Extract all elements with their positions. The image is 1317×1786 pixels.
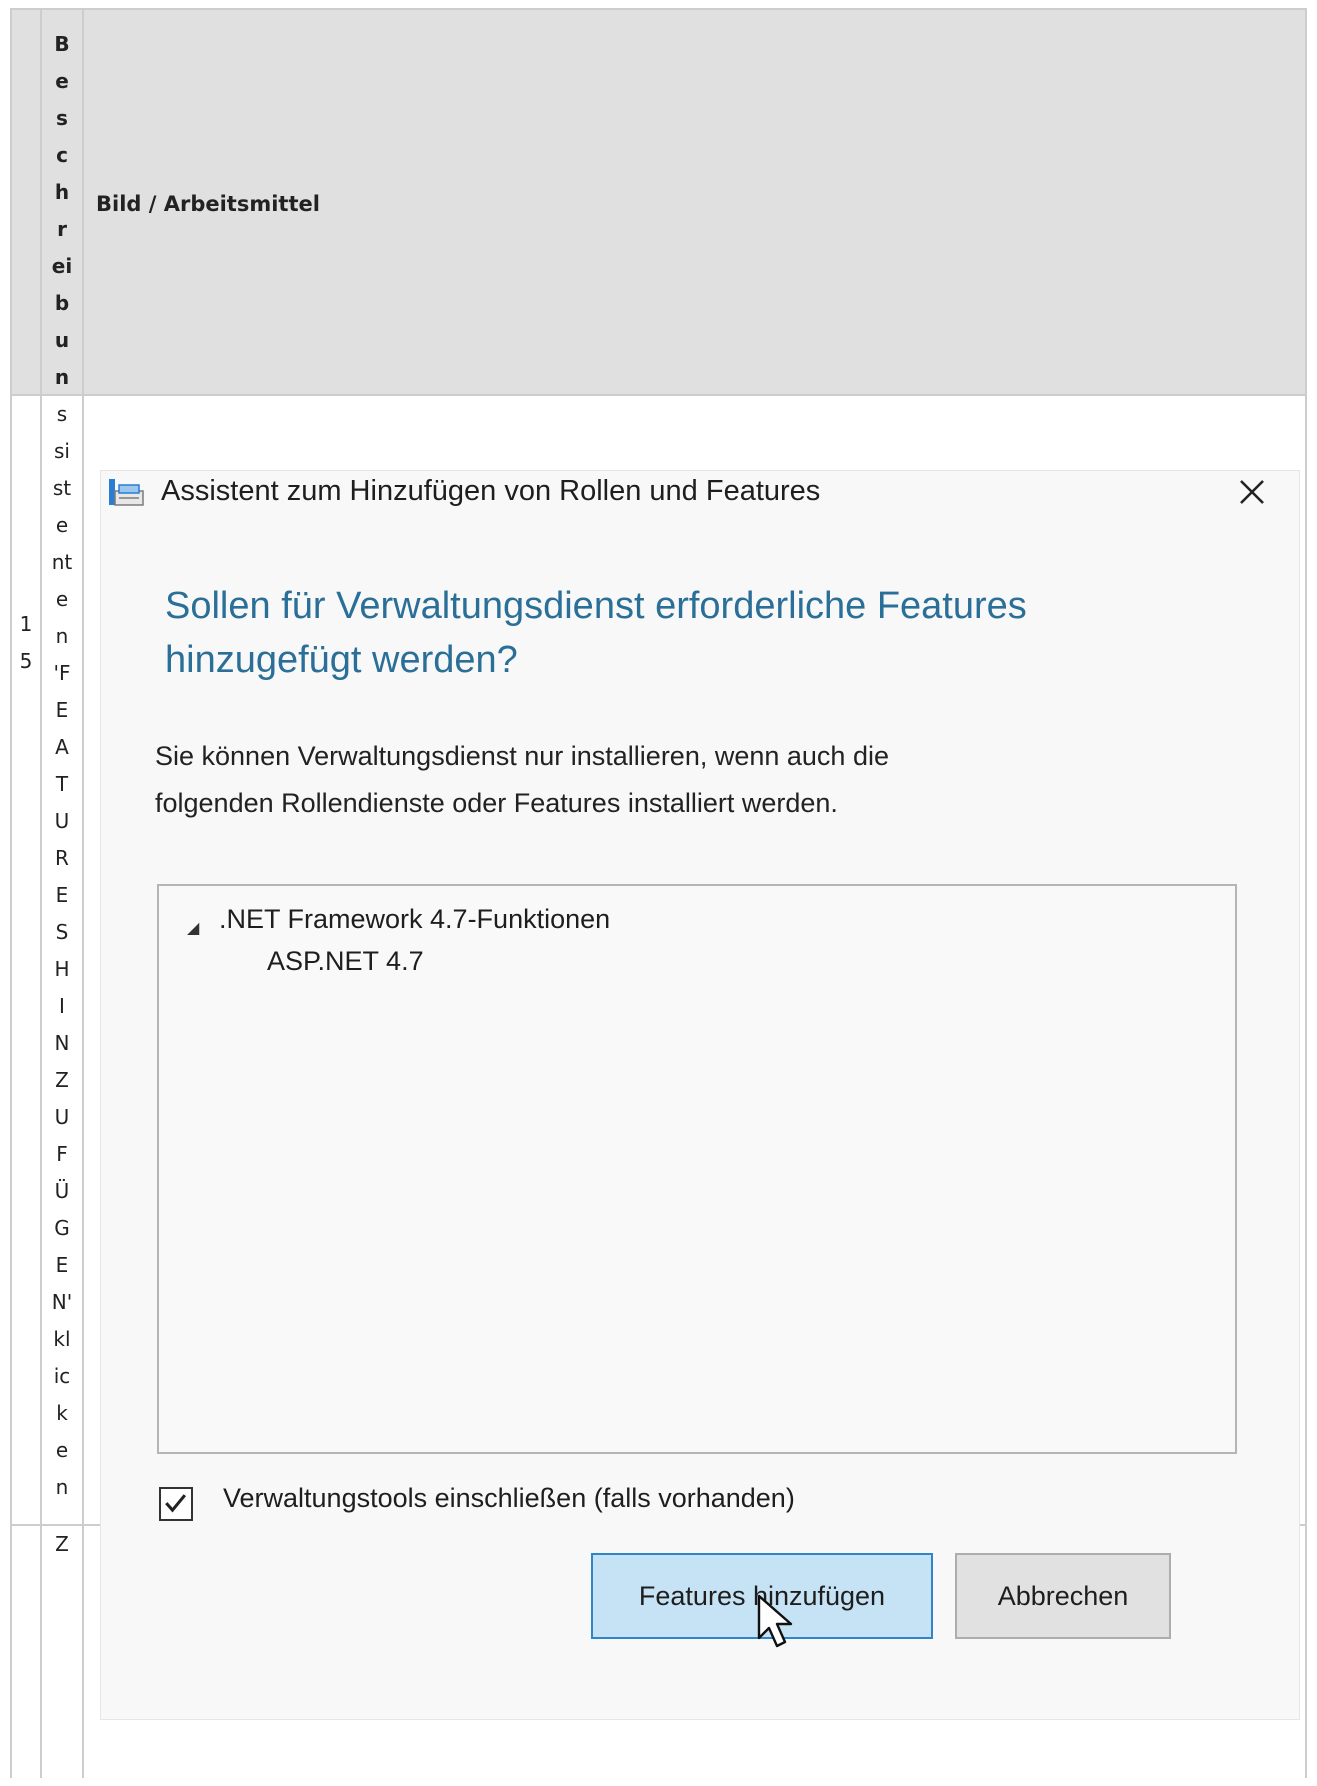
add-roles-features-dialog: Assistent zum Hinzufügen von Rollen und … [100,470,1300,1720]
dialog-heading-line2: hinzugefügt werden? [165,639,518,681]
row16-description: Z [42,1526,82,1563]
row-number-digit: 5 [19,649,33,673]
server-manager-icon [109,479,144,506]
close-icon[interactable] [1233,473,1271,511]
include-tools-checkbox[interactable] [159,1487,193,1521]
cancel-button[interactable]: Abbrechen [955,1553,1171,1639]
description-fragment: N [54,1031,70,1055]
dialog-title: Assistent zum Hinzufügen von Rollen und … [161,475,821,507]
checkmark-icon [165,1494,187,1513]
tree-item-parent[interactable]: .NET Framework 4.7-Funktionen [219,904,610,935]
description-fragment: 'F [53,661,71,685]
description-fragment: T [55,772,69,796]
description-fragment: A [55,735,69,759]
description-fragment: H [54,957,70,981]
header-letter: r [57,217,67,241]
header-letter: B [54,32,70,56]
description-fragment: Ü [54,1179,70,1203]
description-fragment: n [55,624,69,648]
expand-triangle-icon[interactable]: ◢ [187,918,199,938]
features-tree-list[interactable]: ◢ .NET Framework 4.7-Funktionen ASP.NET … [157,884,1237,1454]
header-beschreibung-label: Beschreibung [42,26,82,433]
tree-item-child[interactable]: ASP.NET 4.7 [267,946,424,977]
dialog-heading-line1: Sollen für Verwaltungsdienst erforderlic… [165,585,1027,627]
description-fragment: E [55,883,69,907]
description-fragment: R [55,846,69,870]
row15-number-cell: 15 [12,396,40,1524]
description-fragment: e [55,513,69,537]
mouse-pointer-icon [757,1594,793,1648]
description-fragment: kl [53,1327,71,1351]
description-fragment: U [54,809,70,833]
dialog-description: Sie können Verwaltungsdienst nur install… [155,733,1245,827]
include-tools-label[interactable]: Verwaltungstools einschließen (falls vor… [223,1483,795,1514]
description-fragment: si [54,439,70,463]
description-fragment: nt [51,550,73,574]
description-fragment: G [54,1216,70,1240]
description-fragment: E [55,698,69,722]
row15-number: 15 [12,606,40,680]
description-fragment: S [55,920,69,944]
header-letter: u [54,328,70,352]
header-letter: ei [51,254,73,278]
row15-description: s si st e nt e n 'F E A T U R E S H I N Z U F Ü G E N' kl ic k e n [42,396,82,1506]
header-letter: s [56,106,68,130]
row16-number-cell [12,1526,40,1786]
header-bild-label: Bild / Arbeitsmittel [96,192,320,216]
row-number-digit: 1 [19,612,33,636]
header-cell-bild: Bild / Arbeitsmittel [84,10,1305,394]
description-fragment: N' [51,1290,73,1314]
dialog-description-line2: folgenden Rollendienste oder Features in… [155,788,838,818]
description-fragment: I [59,994,65,1018]
header-letter: b [54,291,70,315]
description-fragment: e [55,587,69,611]
header-letter: e [55,69,69,93]
description-fragment: s [56,402,68,426]
description-fragment: ic [53,1364,71,1388]
description-fragment: E [55,1253,69,1277]
header-letter: c [56,143,68,167]
row16-description-cell: Z [42,1526,82,1786]
description-fragment: U [54,1105,70,1129]
header-cell-number [12,10,40,394]
description-fragment: k [56,1401,68,1425]
description-fragment: F [56,1142,68,1166]
description-fragment: n [55,1475,69,1499]
header-cell-beschreibung: Beschreibung [42,10,82,426]
header-letter: n [54,365,70,389]
description-fragment: Z [55,1532,69,1556]
header-letter: h [54,180,70,204]
description-fragment: Z [55,1068,69,1092]
description-fragment: e [55,1438,69,1462]
dialog-heading: Sollen für Verwaltungsdienst erforderlic… [165,579,1245,687]
description-fragment: st [52,476,72,500]
dialog-description-line1: Sie können Verwaltungsdienst nur install… [155,741,889,771]
row15-description-cell: s si st e nt e n 'F E A T U R E S H I N Z U F Ü G E N' kl ic k e n [42,396,82,1524]
